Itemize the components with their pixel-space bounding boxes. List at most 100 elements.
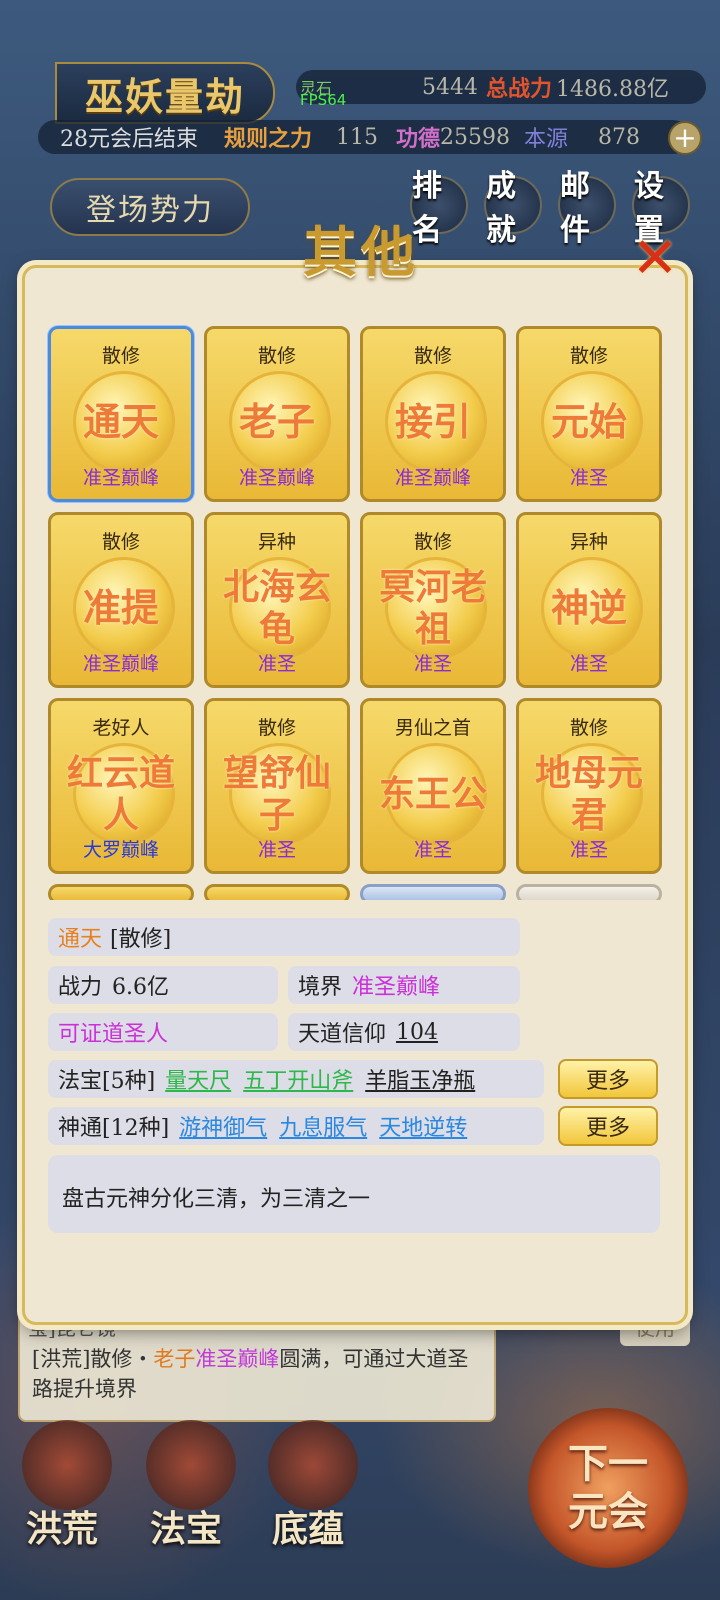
honghuang-icon xyxy=(22,1420,112,1510)
lingshi-value: 5444 xyxy=(422,74,479,100)
mail-button[interactable]: 邮件 xyxy=(558,169,616,248)
card-rank: 准圣 xyxy=(569,653,608,675)
card-name: 元始 xyxy=(550,399,627,444)
card-tag: 散修 xyxy=(101,531,140,553)
card-rank: 准圣巅峰 xyxy=(82,653,159,675)
card-rank: 准圣 xyxy=(413,653,452,675)
card-tag: 散修 xyxy=(257,717,296,739)
card-rank: 大罗巅峰 xyxy=(82,839,159,861)
card-name: 冥河老祖 xyxy=(378,566,487,650)
nav-honghuang[interactable]: 洪荒 xyxy=(26,1500,98,1552)
character-card[interactable]: 异种 北海玄龟 准圣 xyxy=(204,512,350,688)
faith-label: 天道信仰 xyxy=(298,1022,387,1047)
power-value: 6.6亿 xyxy=(112,975,170,1000)
character-card[interactable]: 散修 元始 准圣 xyxy=(516,326,662,502)
skill-link[interactable]: 九息服气 xyxy=(279,1110,367,1142)
rule-value: 115 xyxy=(336,124,379,150)
power-label: 总战力 xyxy=(486,76,553,102)
character-card[interactable]: 散修 冥河老祖 准圣 xyxy=(360,512,506,688)
detail-faith-row: 天道信仰 104 xyxy=(288,1013,520,1051)
character-card[interactable]: 散修 准提 准圣巅峰 xyxy=(48,512,194,688)
card-tag: 异种 xyxy=(257,531,296,553)
detail-realm-row: 境界 准圣巅峰 xyxy=(288,966,520,1004)
card-name: 东王公 xyxy=(378,773,487,815)
origin-value: 878 xyxy=(598,124,641,150)
character-card[interactable]: 散修 通天 准圣巅峰 xyxy=(48,326,194,502)
character-description: 盘古元神分化三清，为三清之一 xyxy=(48,1155,660,1233)
detail-name-row: 通天 [散修] xyxy=(48,918,520,956)
message-name: 老子 xyxy=(153,1347,196,1371)
character-card-peek[interactable] xyxy=(48,884,194,900)
treasure-more-button[interactable]: 更多 xyxy=(558,1059,658,1099)
character-card-peek[interactable] xyxy=(360,884,506,900)
fabao-icon xyxy=(146,1420,236,1510)
character-card[interactable]: 散修 接引 准圣巅峰 xyxy=(360,326,506,502)
card-tag: 老好人 xyxy=(92,717,150,739)
card-rank: 准圣巅峰 xyxy=(238,467,315,489)
dialog-title: 其他 xyxy=(303,219,419,284)
skill-row: 神通[12种] 游神御气 九息服气 天地逆转 xyxy=(48,1107,544,1145)
card-name: 准提 xyxy=(82,585,159,630)
treasure-link[interactable]: 五丁开山斧 xyxy=(243,1063,353,1095)
character-card-peek[interactable] xyxy=(204,884,350,900)
realm-label: 境界 xyxy=(298,975,343,1000)
treasure-link[interactable]: 量天尺 xyxy=(165,1063,231,1095)
skill-more-button[interactable]: 更多 xyxy=(558,1106,658,1146)
character-card[interactable]: 散修 望舒仙子 准圣 xyxy=(204,698,350,874)
message-prefix: [洪荒]散修・ xyxy=(32,1347,154,1371)
card-name: 神逆 xyxy=(550,585,627,630)
card-rank: 准圣巅峰 xyxy=(82,467,159,489)
rule-label: 规则之力 xyxy=(224,126,313,152)
character-card[interactable]: 异种 神逆 准圣 xyxy=(516,512,662,688)
card-name: 北海玄龟 xyxy=(222,566,331,650)
realm-value: 准圣巅峰 xyxy=(352,975,441,1000)
nav-diyun[interactable]: 底蕴 xyxy=(272,1500,344,1552)
skill-link[interactable]: 游神御气 xyxy=(179,1110,267,1142)
character-card-peek[interactable] xyxy=(516,884,662,900)
character-card[interactable]: 老好人红云道人大罗巅峰 xyxy=(48,698,194,874)
card-tag: 散修 xyxy=(413,345,452,367)
power-label: 战力 xyxy=(58,975,103,1000)
stat-bar: 28元会后结束 规则之力 115 功德 25598 本源 878 xyxy=(38,120,690,154)
card-tag: 男仙之首 xyxy=(394,717,471,739)
card-name: 望舒仙子 xyxy=(222,752,331,836)
character-card[interactable]: 散修 老子 准圣巅峰 xyxy=(204,326,350,502)
card-name: 通天 xyxy=(82,399,159,444)
card-name: 红云道人 xyxy=(66,752,175,836)
next-era-button[interactable]: 下一元会 xyxy=(528,1408,688,1568)
detail-name: 通天 xyxy=(58,927,103,952)
card-rank: 准圣巅峰 xyxy=(394,467,471,489)
skill-link[interactable]: 天地逆转 xyxy=(379,1110,467,1142)
merit-label: 功德 xyxy=(396,126,441,152)
nav-fabao[interactable]: 法宝 xyxy=(150,1500,222,1552)
add-resource-button[interactable]: + xyxy=(668,121,702,155)
card-tag: 散修 xyxy=(413,531,452,553)
diyun-icon xyxy=(268,1420,358,1510)
detail-tag: [散修] xyxy=(110,927,172,952)
achievement-button[interactable]: 成就 xyxy=(484,169,542,248)
close-icon[interactable]: ✕ xyxy=(628,231,682,287)
origin-label: 本源 xyxy=(524,127,569,152)
card-tag: 散修 xyxy=(569,717,608,739)
card-rank: 准圣 xyxy=(413,839,452,861)
card-tag: 异种 xyxy=(569,531,608,553)
faith-value: 104 xyxy=(396,1019,439,1045)
card-name: 地母元君 xyxy=(534,752,643,836)
card-rank: 准圣 xyxy=(257,653,296,675)
character-card[interactable]: 散修 地母元君 准圣 xyxy=(516,698,662,874)
treasure-link[interactable]: 羊脂玉净瓶 xyxy=(365,1063,475,1095)
card-tag: 散修 xyxy=(257,345,296,367)
detail-status-row: 可证道圣人 xyxy=(48,1013,278,1051)
status-text: 可证道圣人 xyxy=(58,1022,169,1047)
merit-value: 25598 xyxy=(440,124,511,150)
card-name: 接引 xyxy=(394,399,471,444)
treasure-label: 法宝[5种] xyxy=(58,1069,156,1094)
skill-label: 神通[12种] xyxy=(58,1116,170,1141)
detail-power-row: 战力 6.6亿 xyxy=(48,966,278,1004)
power-value: 1486.88亿 xyxy=(556,77,670,102)
card-rank: 准圣 xyxy=(257,839,296,861)
faction-button[interactable]: 登场势力 xyxy=(50,178,250,236)
character-card[interactable]: 男仙之首 东王公 准圣 xyxy=(360,698,506,874)
event-title: 巫妖量劫 xyxy=(55,62,275,124)
card-tag: 散修 xyxy=(569,345,608,367)
